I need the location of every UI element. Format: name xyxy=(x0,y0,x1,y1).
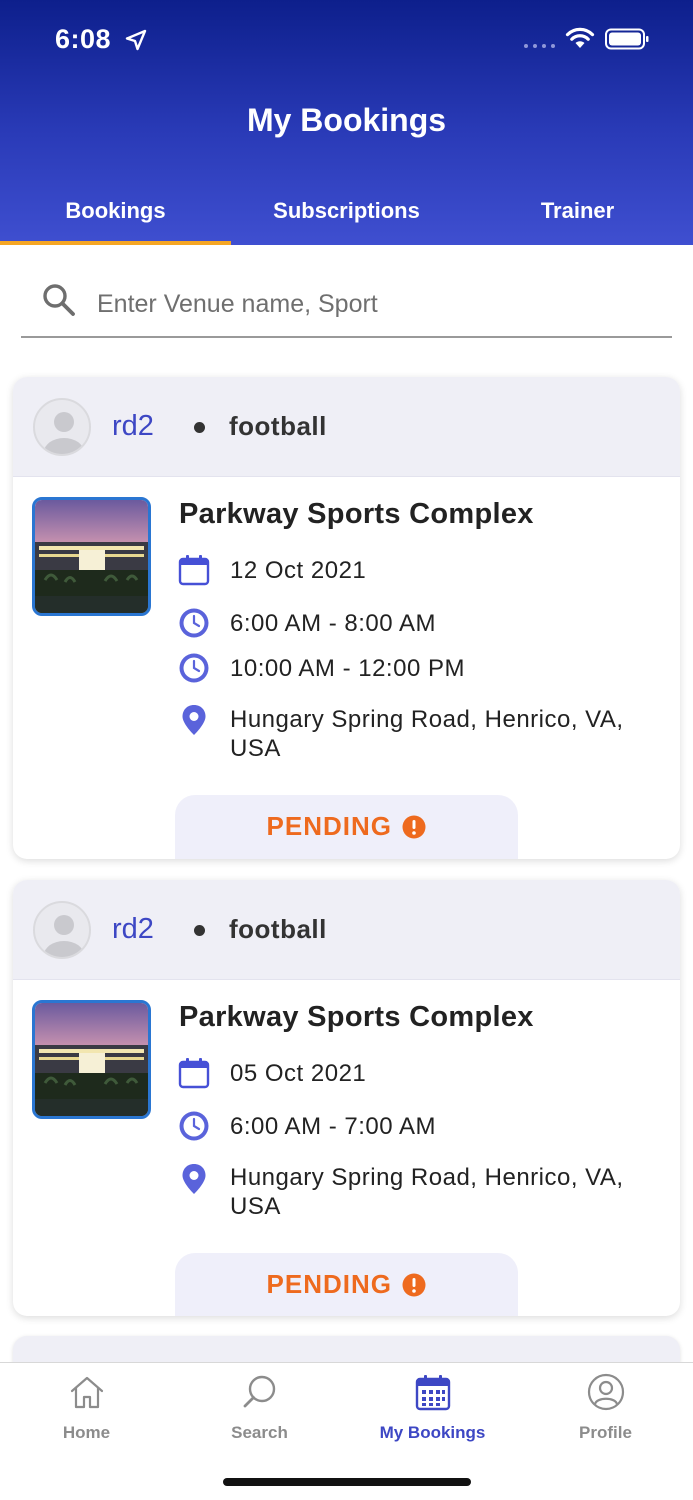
booking-card[interactable]: rd2 football Parkway Sports Complex 05 O xyxy=(13,880,680,1316)
venue-photo-icon xyxy=(35,500,148,613)
booking-time-slot: 6:00 AM - 7:00 AM xyxy=(230,1113,436,1140)
booking-date: 05 Oct 2021 xyxy=(230,1060,367,1087)
app-header: 6:08 My Bookings Bookings Subscriptions … xyxy=(0,0,693,245)
user-placeholder-icon xyxy=(44,915,84,957)
venue-name[interactable]: Parkway Sports Complex xyxy=(179,498,534,531)
tab-bar: Bookings Subscriptions Trainer xyxy=(0,188,693,245)
status-label: PENDING xyxy=(266,811,392,841)
profile-icon xyxy=(587,1373,624,1411)
home-icon xyxy=(70,1376,103,1409)
status-badge[interactable]: PENDING xyxy=(175,795,518,859)
home-indicator[interactable] xyxy=(223,1478,471,1486)
location-pin-icon xyxy=(182,705,206,735)
booking-card-header: rd2 football xyxy=(13,377,680,477)
booking-address: Hungary Spring Road, Henrico, VA, USA xyxy=(230,706,624,762)
battery-icon xyxy=(605,28,649,50)
search-bar xyxy=(21,270,672,338)
booking-user-name[interactable]: rd2 xyxy=(112,410,154,443)
booking-sport: football xyxy=(229,411,327,441)
search-icon xyxy=(243,1375,275,1408)
nav-home-label: Home xyxy=(62,1423,111,1442)
nav-my-bookings[interactable]: My Bookings xyxy=(346,1373,519,1443)
nav-profile-label: Profile xyxy=(579,1423,632,1442)
wifi-icon xyxy=(565,27,595,48)
tab-subscriptions[interactable]: Subscriptions xyxy=(231,188,462,245)
clock-icon xyxy=(179,1111,209,1141)
nav-search-label: Search xyxy=(231,1423,288,1442)
avatar xyxy=(33,901,91,959)
booking-time-slot: 10:00 AM - 12:00 PM xyxy=(230,655,465,682)
venue-thumbnail[interactable] xyxy=(32,497,151,616)
booking-date: 12 Oct 2021 xyxy=(230,557,367,584)
booking-card[interactable]: rd2 football Parkway Sports Complex 12 O xyxy=(13,377,680,859)
location-pin-icon xyxy=(182,1164,206,1194)
venue-photo-icon xyxy=(35,1003,148,1116)
booking-user-name[interactable]: rd2 xyxy=(112,913,154,946)
calendar-icon xyxy=(178,1058,210,1089)
nav-search[interactable]: Search xyxy=(173,1373,346,1443)
nav-profile[interactable]: Profile xyxy=(519,1373,692,1443)
booking-card-header: rd2 football xyxy=(13,880,680,980)
search-input[interactable] xyxy=(97,284,657,324)
booking-time-slot: 6:00 AM - 8:00 AM xyxy=(230,610,436,637)
separator-dot xyxy=(194,422,205,433)
clock-icon xyxy=(179,653,209,683)
booking-address: Hungary Spring Road, Henrico, VA, USA xyxy=(230,1164,624,1220)
nav-home[interactable]: Home xyxy=(0,1373,173,1443)
nav-my-bookings-label: My Bookings xyxy=(379,1423,486,1442)
tab-trainer[interactable]: Trainer xyxy=(462,188,693,245)
user-placeholder-icon xyxy=(44,412,84,454)
separator-dot xyxy=(194,925,205,936)
signal-dots-icon xyxy=(524,44,555,48)
status-bar: 6:08 xyxy=(0,0,693,80)
warning-icon xyxy=(402,1273,426,1296)
tab-bookings[interactable]: Bookings xyxy=(0,188,231,245)
location-arrow-icon xyxy=(125,29,147,51)
venue-name[interactable]: Parkway Sports Complex xyxy=(179,1001,534,1034)
status-badge[interactable]: PENDING xyxy=(175,1253,518,1316)
clock-icon xyxy=(179,608,209,638)
venue-thumbnail[interactable] xyxy=(32,1000,151,1119)
booking-sport: football xyxy=(229,914,327,944)
page-title: My Bookings xyxy=(246,102,447,138)
search-icon xyxy=(43,284,75,316)
status-label: PENDING xyxy=(266,1269,392,1299)
warning-icon xyxy=(402,815,426,838)
avatar xyxy=(33,398,91,456)
calendar-icon xyxy=(415,1375,450,1411)
status-time: 6:08 xyxy=(55,24,112,54)
calendar-icon xyxy=(178,555,210,586)
